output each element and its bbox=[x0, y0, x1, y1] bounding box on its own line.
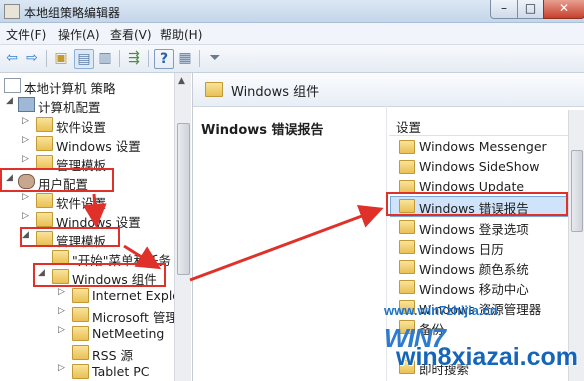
annotation-arrows bbox=[82, 193, 384, 282]
arrow-down-1 bbox=[82, 193, 107, 228]
arrow-to-error-reporting bbox=[189, 205, 384, 282]
watermark-win8xiazai: win8xiazai.com bbox=[396, 343, 579, 371]
arrow-down-2 bbox=[123, 244, 162, 270]
watermark-win7zhijia: www.win7zhijia.cn WIN7 bbox=[384, 303, 498, 353]
